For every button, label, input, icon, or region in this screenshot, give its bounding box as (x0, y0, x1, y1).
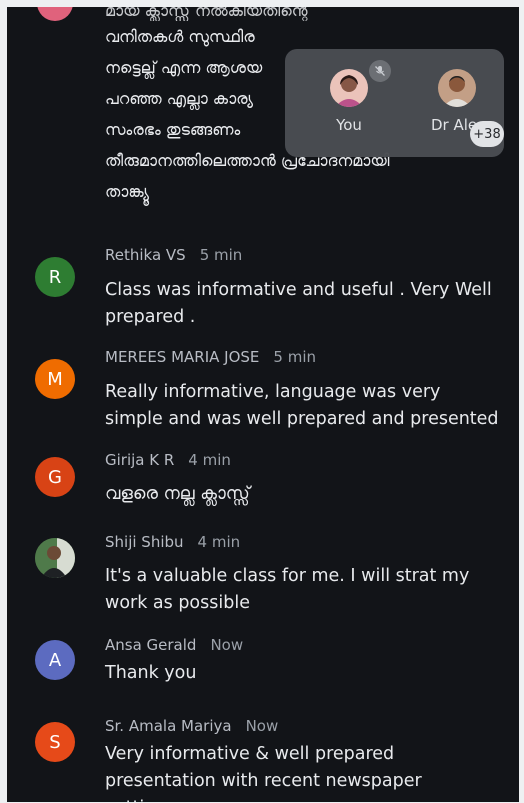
avatar (330, 69, 368, 107)
participant-name: You (336, 116, 362, 134)
message-text: വളരെ നല്ല ക്ലാസ്സ് (105, 484, 250, 504)
avatar (438, 69, 476, 107)
author-name: Shiji Shibu (105, 533, 184, 551)
mic-off-icon (369, 60, 391, 82)
more-participants-badge[interactable]: +38 (470, 121, 504, 147)
message-time: Now (210, 636, 244, 654)
message-time: Now (245, 717, 279, 735)
message-meta: Shiji Shibu 4 min (105, 533, 240, 551)
avatar (37, 7, 73, 21)
avatar: A (35, 640, 75, 680)
participants-overlay[interactable]: You Dr Ale +38 (285, 49, 504, 157)
avatar: S (35, 722, 75, 762)
message-meta: Rethika VS 5 min (105, 246, 242, 264)
message-meta: Sr. Amala Mariya Now (105, 717, 278, 735)
author-name: Girija K R (105, 451, 175, 469)
message-text: Class was informative and useful . Very … (105, 280, 492, 327)
message-text: Very informative & well prepared present… (105, 744, 422, 802)
message-time: 5 min (273, 348, 317, 366)
message-text: It's a valuable class for me. I will str… (105, 566, 470, 613)
avatar: M (35, 359, 75, 399)
message-meta: Ansa Gerald Now (105, 636, 243, 654)
message-line: മായ ക്ലാസ്സ് നൽകിയതിന്റെ (105, 7, 308, 20)
author-name: MEREES MARIA JOSE (105, 348, 260, 366)
message-meta: MEREES MARIA JOSE 5 min (105, 348, 316, 366)
chat-panel: മായ ക്ലാസ്സ് നൽകിയതിന്റെ വനിതകൾ സുസ്ഥിര … (7, 7, 519, 802)
message-line: വനിതകൾ സുസ്ഥിര (105, 27, 255, 46)
message-meta: Girija K R 4 min (105, 451, 231, 469)
message-line: താങ്ക്യൂ (105, 182, 150, 201)
message-time: 4 min (188, 451, 231, 469)
message-time: 4 min (197, 533, 241, 551)
message-time: 5 min (199, 246, 243, 264)
message-text: Thank you (105, 663, 197, 683)
message-text: Really informative, language was very si… (105, 382, 499, 429)
avatar: R (35, 257, 75, 297)
avatar: G (35, 457, 75, 497)
avatar (35, 538, 75, 578)
author-name: Sr. Amala Mariya (105, 717, 232, 735)
author-name: Ansa Gerald (105, 636, 197, 654)
author-name: Rethika VS (105, 246, 186, 264)
